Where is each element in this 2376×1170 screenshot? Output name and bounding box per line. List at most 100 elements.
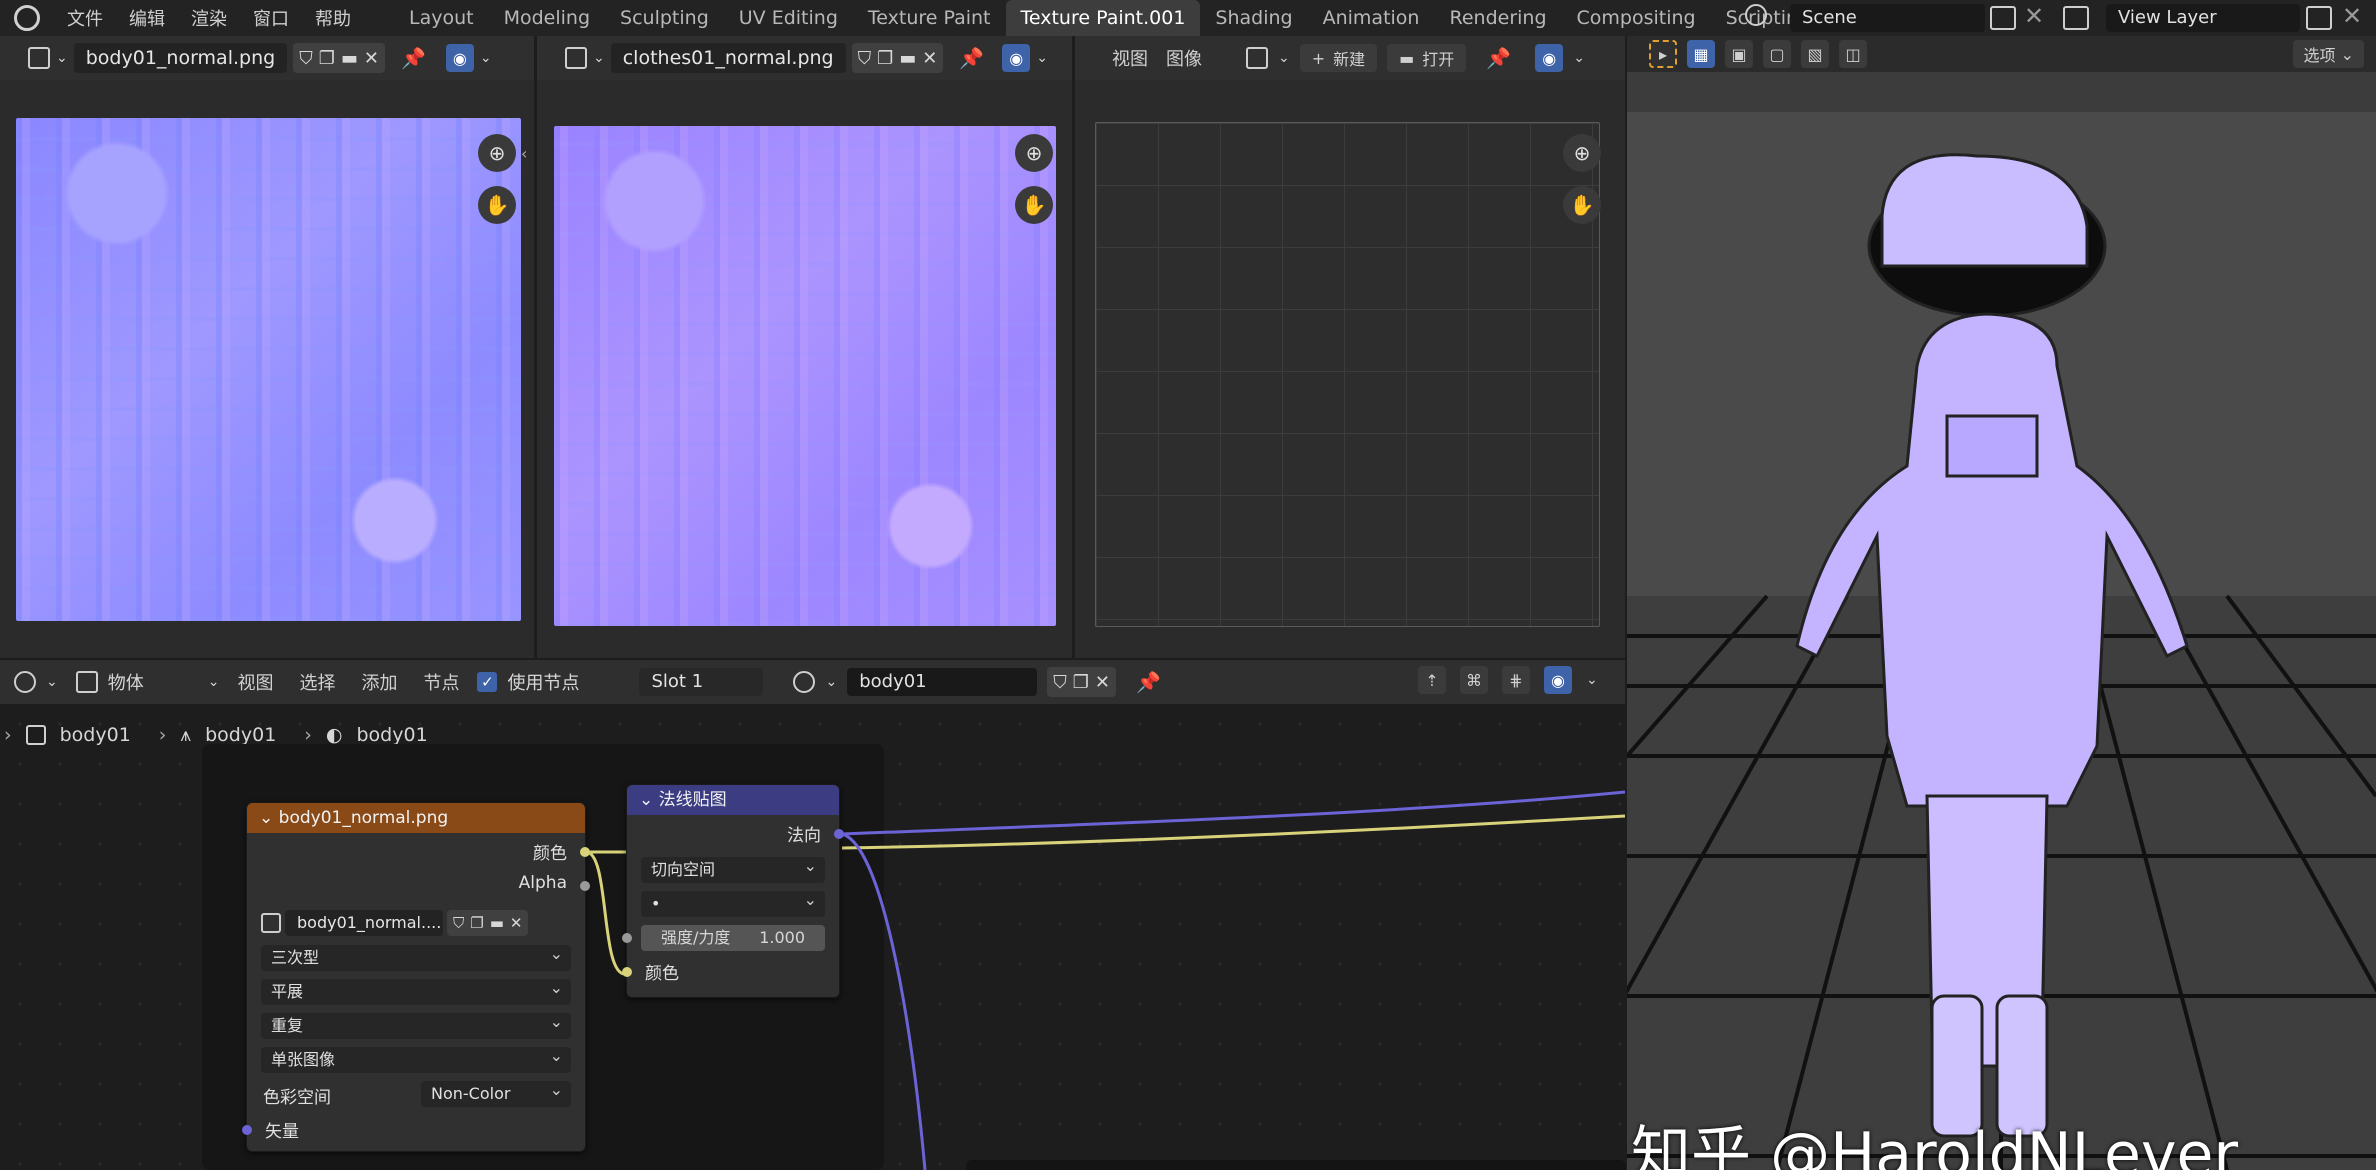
sidebar-toggle-icon[interactable]: ‹ [521, 144, 527, 163]
view-layer-icon[interactable] [2063, 6, 2089, 30]
output-alpha-socket[interactable] [580, 881, 590, 891]
overlays-toggle[interactable]: ◉ [1002, 44, 1031, 72]
clothes-normal-texture[interactable] [554, 126, 1056, 626]
close-scene-icon[interactable]: ✕ [2024, 2, 2044, 30]
3d-viewport[interactable]: ▸ ▦ ▣ ▢ ▧ ◫ 选项 ⌄ 知乎 @HaroldNLever [1627, 36, 2376, 1170]
image-browse-icon[interactable] [261, 913, 281, 933]
colorspace-dropdown[interactable]: Non-Color [421, 1077, 571, 1107]
node-canvas[interactable]: › body01 › ⩚ body01 › ◐ body01 ⌄ body01_… [0, 704, 1626, 1170]
copy-view-layer-icon[interactable] [2306, 6, 2332, 30]
body-normal-texture[interactable] [16, 118, 521, 621]
tab-compositing[interactable]: Compositing [1562, 0, 1711, 36]
space-dropdown[interactable]: 切向空间 [641, 853, 825, 883]
pin-icon[interactable]: 📌 [401, 46, 426, 70]
unlink-image-icon[interactable]: ✕ [510, 914, 523, 932]
extension-dropdown[interactable]: 重复 [261, 1009, 571, 1039]
select-extend-icon[interactable]: ▣ [1725, 40, 1753, 68]
image-node-header[interactable]: ⌄ body01_normal.png [247, 803, 585, 833]
unlink-image-icon[interactable]: ✕ [922, 48, 937, 69]
menu-view[interactable]: 视图 [229, 669, 281, 695]
fake-user-shield-icon[interactable]: ⛉ [299, 48, 313, 69]
blender-logo-icon[interactable] [14, 5, 40, 31]
menu-image[interactable]: 图像 [1162, 45, 1206, 71]
select-invert-icon[interactable]: ▧ [1801, 40, 1829, 68]
zoom-icon[interactable]: ⊕ [478, 134, 516, 172]
menu-render[interactable]: 渲染 [178, 5, 240, 31]
open-image-button[interactable]: ▬ 打开 [1387, 44, 1467, 72]
image-editor-type-icon[interactable] [565, 47, 587, 69]
input-vector-socket[interactable] [242, 1125, 252, 1135]
image-name-field[interactable]: clothes01_normal.png [610, 43, 846, 73]
pin-icon[interactable]: 📌 [1486, 46, 1511, 70]
new-image-icon[interactable]: ❐ [877, 48, 893, 69]
image-name-field[interactable]: body01_normal.png [73, 43, 288, 73]
unlink-material-icon[interactable]: ✕ [1095, 672, 1110, 693]
overlays-dropdown-icon[interactable]: ⌄ [1573, 50, 1585, 66]
fake-user-shield-icon[interactable]: ⛉ [453, 914, 464, 932]
select-tool-icon[interactable]: ▸ [1649, 40, 1677, 68]
pan-hand-icon[interactable]: ✋ [1015, 186, 1053, 224]
interpolation-dropdown[interactable]: 三次型 [261, 941, 571, 971]
image-field[interactable]: body01_normal.... [285, 910, 443, 936]
image-editor-type-icon[interactable] [28, 47, 50, 69]
output-color-socket[interactable] [580, 847, 590, 857]
fake-user-shield-icon[interactable]: ⛉ [858, 48, 872, 69]
select-intersect-icon[interactable]: ◫ [1839, 40, 1867, 68]
menu-add[interactable]: 添加 [353, 669, 405, 695]
menu-edit[interactable]: 编辑 [116, 5, 178, 31]
pin-icon[interactable]: 📌 [1136, 670, 1161, 694]
copy-scene-icon[interactable] [1990, 6, 2016, 30]
overlays-toggle[interactable]: ◉ [1544, 666, 1572, 694]
scene-icon[interactable] [1745, 4, 1775, 32]
object-mode-dropdown[interactable]: 物体 [108, 669, 198, 695]
output-normal-socket[interactable] [834, 829, 844, 839]
open-folder-icon[interactable]: ▬ [490, 914, 504, 932]
uv-map-field[interactable]: • [641, 887, 825, 917]
tab-rendering[interactable]: Rendering [1434, 0, 1561, 36]
parent-node-icon[interactable]: ⇡ [1418, 666, 1446, 694]
strength-slider[interactable]: 强度/力度 1.000 [641, 925, 825, 951]
overlays-toggle[interactable]: ◉ [445, 44, 474, 72]
menu-help[interactable]: 帮助 [302, 5, 364, 31]
empty-image-grid[interactable] [1095, 122, 1600, 627]
material-name-field[interactable]: body01 [847, 668, 1038, 696]
view-layer-field[interactable]: View Layer [2106, 4, 2300, 32]
scene-field[interactable]: Scene [1790, 4, 1985, 32]
menu-file[interactable]: 文件 [54, 5, 116, 31]
tab-texture-paint[interactable]: Texture Paint [853, 0, 1006, 36]
overlays-dropdown-icon[interactable]: ⌄ [1586, 672, 1598, 688]
projection-dropdown[interactable]: 平展 [261, 975, 571, 1005]
unlink-image-icon[interactable]: ✕ [364, 48, 379, 69]
tab-shading[interactable]: Shading [1200, 0, 1307, 36]
new-material-icon[interactable]: ❐ [1073, 672, 1089, 693]
menu-select[interactable]: 选择 [291, 669, 343, 695]
close-view-layer-icon[interactable]: ✕ [2342, 2, 2362, 30]
open-folder-icon[interactable]: ▬ [341, 48, 358, 69]
menu-window[interactable]: 窗口 [240, 5, 302, 31]
tab-animation[interactable]: Animation [1308, 0, 1435, 36]
editor-type-icon[interactable] [14, 671, 36, 693]
use-nodes-checkbox[interactable]: ✓ [477, 672, 498, 692]
normal-node-header[interactable]: ⌄ 法线贴图 [627, 785, 839, 815]
image-editor-type-icon[interactable] [1246, 47, 1268, 69]
overlays-toggle[interactable]: ◉ [1535, 44, 1564, 72]
select-box-icon[interactable]: ▦ [1687, 40, 1715, 68]
snap-mode-icon[interactable]: ⋕ [1502, 666, 1530, 694]
pan-hand-icon[interactable]: ✋ [478, 186, 516, 224]
slot-dropdown[interactable]: Slot 1 [639, 668, 764, 696]
overlays-dropdown-icon[interactable]: ⌄ [1036, 50, 1048, 66]
overlays-dropdown-icon[interactable]: ⌄ [480, 50, 492, 66]
object-mode-icon[interactable] [75, 671, 98, 693]
new-image-icon[interactable]: ❐ [319, 48, 335, 69]
tab-layout[interactable]: Layout [394, 0, 489, 36]
pin-icon[interactable]: 📌 [959, 46, 984, 70]
material-icon[interactable] [793, 671, 816, 693]
snap-icon[interactable]: ⌘ [1460, 666, 1488, 694]
fake-user-shield-icon[interactable]: ⛉ [1053, 672, 1067, 693]
new-image-icon[interactable]: ❐ [470, 914, 483, 932]
image-texture-node[interactable]: ⌄ body01_normal.png 颜色 Alpha body01_norm… [242, 802, 590, 1152]
menu-node[interactable]: 节点 [415, 669, 467, 695]
zoom-icon[interactable]: ⊕ [1563, 134, 1601, 172]
tab-texture-paint-001[interactable]: Texture Paint.001 [1005, 0, 1201, 36]
source-dropdown[interactable]: 单张图像 [261, 1043, 571, 1073]
